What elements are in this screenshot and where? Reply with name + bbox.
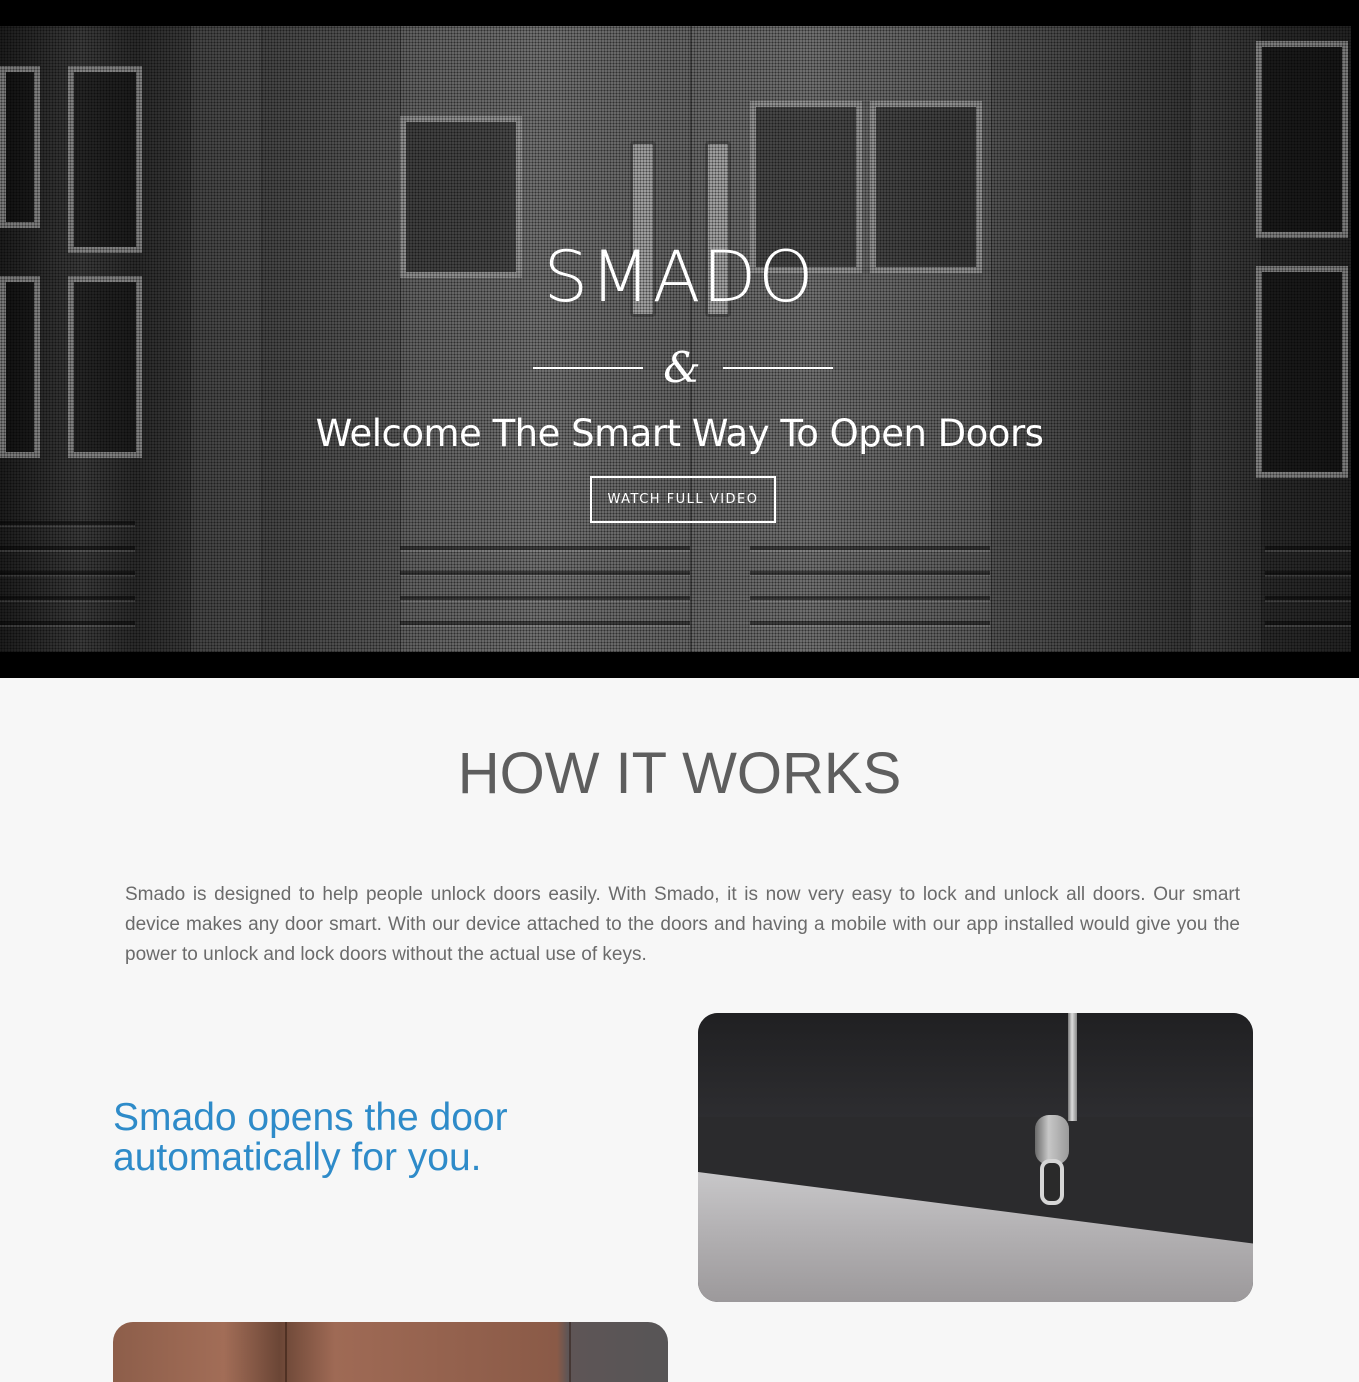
hero-divider: & — [0, 340, 1359, 396]
door-seam-decor — [569, 1322, 571, 1382]
ampersand-icon: & — [663, 343, 701, 392]
device-rod-decor — [1068, 1013, 1077, 1121]
device-wheel-decor — [1040, 1159, 1064, 1205]
door-panel-decor — [698, 1013, 1253, 1117]
door-photo — [113, 1322, 668, 1382]
hero-section: SMADO & Welcome The Smart Way To Open Do… — [0, 0, 1359, 678]
watch-full-video-button[interactable]: WATCH FULL VIDEO — [590, 476, 776, 523]
how-it-works-title: HOW IT WORKS — [457, 741, 902, 806]
feature-heading: Smado opens the door automatically for y… — [113, 1096, 508, 1179]
hero-subtitle: Welcome The Smart Way To Open Doors — [315, 412, 1044, 455]
how-it-works-description: Smado is designed to help people unlock … — [125, 884, 1240, 965]
device-photo — [698, 1013, 1253, 1302]
hero-title: SMADO — [543, 236, 816, 318]
hero-content: SMADO & Welcome The Smart Way To Open Do… — [0, 0, 1359, 678]
floor-decor — [698, 1172, 1253, 1302]
divider-line-left — [533, 367, 643, 369]
door-seam-decor — [285, 1322, 287, 1382]
device-clamp-decor — [1035, 1115, 1069, 1165]
divider-line-right — [723, 367, 833, 369]
